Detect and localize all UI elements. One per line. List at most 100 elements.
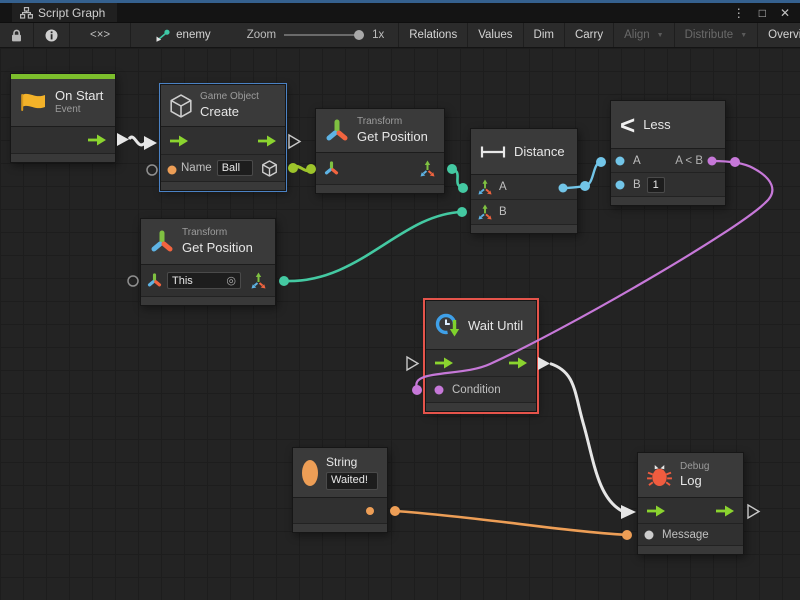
game-object-output-port[interactable] [262, 160, 277, 177]
cube-icon [170, 94, 192, 118]
object-picker-icon[interactable]: ◎ [226, 274, 236, 287]
node-header: Debug Log [638, 453, 743, 498]
node-header: < Less [611, 101, 725, 149]
toolbar-button-carry[interactable]: Carry [565, 23, 614, 47]
toolbar-button-values[interactable]: Values [468, 23, 523, 47]
b-value-field[interactable]: 1 [647, 177, 665, 193]
flow-input-port[interactable] [169, 135, 189, 147]
node-title: On Start [55, 88, 103, 104]
flow-row [426, 350, 536, 377]
input-b-label: B [633, 179, 641, 191]
condition-row: Condition [426, 377, 536, 403]
transform-input-port[interactable] [147, 273, 162, 288]
node-wait-until[interactable]: Wait Until Condition [425, 300, 537, 412]
node-less[interactable]: < Less A A < B B 1 [610, 100, 726, 206]
vector3-input-port-a[interactable] [477, 179, 493, 195]
target-value-field[interactable]: This ◎ [167, 272, 241, 289]
zoom-control: Zoom 1x [247, 23, 399, 47]
flow-output-port[interactable] [715, 505, 735, 517]
toolbar-buttons: Relations Values Dim Carry Align▼ Distri… [398, 23, 800, 47]
node-header: String Waited! [293, 448, 387, 498]
zoom-slider-handle[interactable] [354, 30, 364, 40]
node-header: Distance [471, 129, 577, 175]
transform-input-port[interactable] [324, 161, 339, 176]
node-footer [316, 185, 444, 193]
node-title: Create [200, 104, 259, 120]
condition-label: Condition [452, 384, 501, 396]
node-title: Distance [514, 144, 565, 159]
flow-output-port[interactable] [257, 135, 277, 147]
input-a-label: A [499, 181, 507, 193]
toolbar-button-relations[interactable]: Relations [399, 23, 468, 47]
bug-icon [647, 464, 672, 487]
node-get-position-top[interactable]: Transform Get Position [315, 108, 445, 194]
flow-input-port[interactable] [646, 505, 666, 517]
toolbar-button-overview[interactable]: Overview [758, 23, 800, 47]
node-footer [141, 297, 275, 305]
zoom-label: Zoom [247, 29, 276, 41]
edit-script-button[interactable]: <×> [70, 23, 131, 47]
window-maximize-icon[interactable]: □ [759, 6, 766, 20]
zoom-slider[interactable] [284, 34, 364, 36]
string-icon [302, 460, 318, 486]
node-get-position-bottom[interactable]: Transform Get Position This ◎ [140, 218, 276, 306]
flag-icon [20, 91, 47, 115]
string-value-field[interactable]: Waited! [326, 472, 378, 490]
node-header: Game Object Create [161, 85, 285, 127]
code-icon: <×> [90, 29, 110, 41]
message-label: Message [662, 529, 709, 541]
flow-output-port[interactable] [87, 134, 107, 146]
input-b-label: B [499, 206, 507, 218]
tab-title: Script Graph [38, 6, 105, 20]
toolbar-button-dim[interactable]: Dim [524, 23, 565, 47]
node-create-game-object[interactable]: Game Object Create Name Ball [160, 84, 286, 191]
node-title: Get Position [357, 129, 428, 145]
window-controls: ⋮ □ ✕ [733, 3, 800, 22]
toolbar-button-distribute[interactable]: Distribute▼ [675, 23, 759, 47]
window-close-icon[interactable]: ✕ [780, 6, 790, 20]
node-footer [471, 225, 577, 233]
node-on-start-event[interactable]: On Start Event [10, 73, 116, 163]
input-a-label: A [633, 155, 641, 167]
node-footer [11, 154, 115, 162]
name-value-field[interactable]: Ball [217, 160, 253, 176]
input-a-row: A A < B [611, 149, 725, 173]
input-a-row: A [471, 175, 577, 200]
flow-input-port[interactable] [434, 357, 454, 369]
flow-output-port[interactable] [508, 357, 528, 369]
tab-script-graph[interactable]: Script Graph [12, 3, 117, 22]
node-header: Transform Get Position [316, 109, 444, 153]
vector3-output-port[interactable] [250, 272, 267, 289]
dropdown-arrow-icon: ▼ [740, 32, 747, 39]
graph-toolbar: <×> enemy Zoom 1x Relations Values Dim C… [0, 22, 800, 48]
window-menu-icon[interactable]: ⋮ [733, 6, 745, 20]
node-string-literal[interactable]: String Waited! [292, 447, 388, 533]
vector3-input-port-b[interactable] [477, 204, 493, 220]
name-port-label: Name [181, 162, 212, 174]
output-row [293, 498, 387, 524]
node-footer [638, 546, 743, 554]
node-footer [426, 403, 536, 411]
node-title: Log [680, 473, 709, 489]
target-value-text: This [172, 275, 193, 287]
info-icon [45, 29, 58, 42]
ports-row [316, 153, 444, 185]
graph-breadcrumb[interactable]: enemy [145, 23, 221, 47]
info-button[interactable] [34, 23, 70, 47]
graph-name: enemy [176, 29, 211, 41]
node-subtitle: Debug [680, 461, 709, 474]
name-input-row: Name Ball [161, 155, 285, 182]
node-debug-log[interactable]: Debug Log Message [637, 452, 744, 555]
node-title: Get Position [182, 240, 253, 256]
transform-icon [325, 119, 349, 143]
vector3-output-port[interactable] [419, 160, 436, 177]
lock-button[interactable] [0, 23, 34, 47]
node-subtitle: Event [55, 104, 103, 117]
toolbar-button-align[interactable]: Align▼ [614, 23, 675, 47]
flow-row [11, 127, 115, 154]
node-distance[interactable]: Distance A B [470, 128, 578, 234]
node-subtitle: Game Object [200, 91, 259, 104]
distance-icon [480, 145, 506, 159]
flow-row [638, 498, 743, 524]
graph-tab-icon [20, 7, 33, 19]
